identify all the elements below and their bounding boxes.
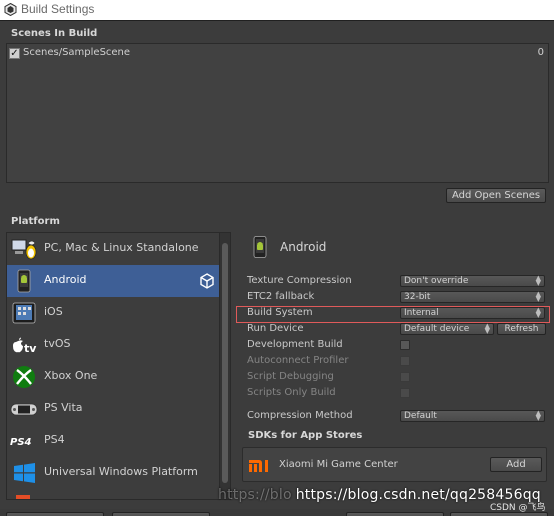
dropdown-value: 32-bit [404,292,431,302]
etc2-fallback-row: ETC2 fallback 32-bit ▲ ▼ [247,291,547,305]
sdks-header: SDKs for App Stores [248,430,363,441]
platform-header: Platform [11,216,60,227]
ps-vita-icon [10,403,38,416]
platform-label: Universal Windows Platform [44,465,198,478]
scene-name: Scenes/SampleScene [23,47,131,58]
add-open-scenes-button[interactable]: Add Open Scenes [446,188,546,203]
add-sdk-button[interactable]: Add [490,457,542,472]
texture-compression-dropdown[interactable]: Don't override ▲ ▼ [400,275,545,287]
build-system-highlight [236,306,550,323]
platform-item-partial [7,489,220,499]
scripts-only-build-checkbox[interactable] [400,388,410,398]
scripts-only-build-row: Scripts Only Build [247,387,547,401]
script-debugging-row: Script Debugging [247,371,547,385]
bottom-right-button-1[interactable] [346,512,444,516]
android-header-icon [253,236,267,258]
platform-label: Android [44,273,87,286]
scenes-in-build-header: Scenes In Build [11,28,98,39]
title-bar: Build Settings [0,0,554,21]
platform-label: PS4 [44,433,65,446]
texture-compression-row: Texture Compression Don't override ▲ ▼ [247,275,547,289]
windows-icon [14,463,35,483]
dropdown-arrows-icon: ▲ ▼ [535,290,541,303]
platform-item-uwp[interactable]: Universal Windows Platform [7,457,220,489]
dropdown-arrows-icon: ▲ ▼ [484,322,490,335]
scene-index: 0 [537,47,544,58]
ios-icon [12,302,36,324]
scenes-list[interactable]: ✓ Scenes/SampleScene 0 [6,43,549,183]
html5-icon [16,495,30,499]
compression-method-label: Compression Method [247,410,353,421]
svg-text:PS4: PS4 [10,437,32,448]
bottom-left-button-2[interactable] [112,512,210,516]
watermark-faint-prefix: https://blo [218,487,292,503]
refresh-button[interactable]: Refresh [497,323,546,335]
platform-label: tvOS [44,337,71,350]
autoconnect-profiler-label: Autoconnect Profiler [247,355,349,366]
dropdown-arrows-icon: ▲ ▼ [535,409,541,422]
svg-text:tv: tv [24,342,37,355]
dropdown-arrows-icon: ▲ ▼ [535,274,541,287]
platform-label: Xbox One [44,369,98,382]
platform-title: Android [280,240,327,254]
dropdown-value: Don't override [404,276,469,286]
platform-item-ios[interactable]: iOS [7,297,220,329]
autoconnect-profiler-row: Autoconnect Profiler [247,355,547,369]
dropdown-value: Default [404,411,437,421]
pc-mac-linux-icon [11,239,37,260]
platform-item-xbox-one[interactable]: Xbox One [7,361,220,393]
platform-item-ps4[interactable]: PS4 PS4 [7,425,220,457]
scripts-only-build-label: Scripts Only Build [247,387,336,398]
watermark-csdn: CSDN @飞鸟 [490,503,546,513]
platform-item-android[interactable]: Android [7,265,220,297]
script-debugging-label: Script Debugging [247,371,334,382]
development-build-label: Development Build [247,339,343,350]
run-device-row: Run Device Default device ▲ ▼ Refresh [247,323,547,337]
bottom-left-button-1[interactable] [6,512,104,516]
bottom-button-strip [0,509,554,516]
unity-logo-icon [200,273,214,289]
run-device-label: Run Device [247,323,304,334]
run-device-dropdown[interactable]: Default device ▲ ▼ [400,323,494,335]
platform-item-tvos[interactable]: tv tvOS [7,329,220,361]
xiaomi-logo-icon [249,460,268,472]
scrollbar-thumb[interactable] [222,243,228,483]
autoconnect-profiler-checkbox[interactable] [400,356,410,366]
sdk-store-row: Xiaomi Mi Game Center Add [242,447,547,482]
platform-label: PC, Mac & Linux Standalone [44,241,199,254]
platform-item-standalone[interactable]: PC, Mac & Linux Standalone [7,233,220,265]
unity-window-icon [4,3,17,16]
android-icon [17,269,31,293]
dropdown-value: Default device [404,324,470,334]
platform-label: iOS [44,305,63,318]
development-build-row: Development Build [247,339,547,353]
texture-compression-label: Texture Compression [247,275,352,286]
compression-method-row: Compression Method Default ▲ ▼ [247,410,547,424]
window-title: Build Settings [21,2,95,16]
platform-label: PS Vita [44,401,83,414]
sdk-store-name: Xiaomi Mi Game Center [279,459,398,470]
script-debugging-checkbox[interactable] [400,372,410,382]
scene-checkbox[interactable]: ✓ [9,48,20,59]
scene-row[interactable]: ✓ Scenes/SampleScene 0 [7,47,548,61]
platform-item-ps-vita[interactable]: PS Vita [7,393,220,425]
platform-list[interactable]: PC, Mac & Linux Standalone Android iOS t… [6,232,231,500]
etc2-fallback-dropdown[interactable]: 32-bit ▲ ▼ [400,291,545,303]
etc2-fallback-label: ETC2 fallback [247,291,315,302]
compression-method-dropdown[interactable]: Default ▲ ▼ [400,410,545,422]
ps4-icon: PS4 [10,437,32,448]
platform-list-scrollbar[interactable] [219,233,230,499]
tvos-icon: tv [13,337,37,355]
xbox-icon [13,366,35,388]
development-build-checkbox[interactable] [400,340,410,350]
